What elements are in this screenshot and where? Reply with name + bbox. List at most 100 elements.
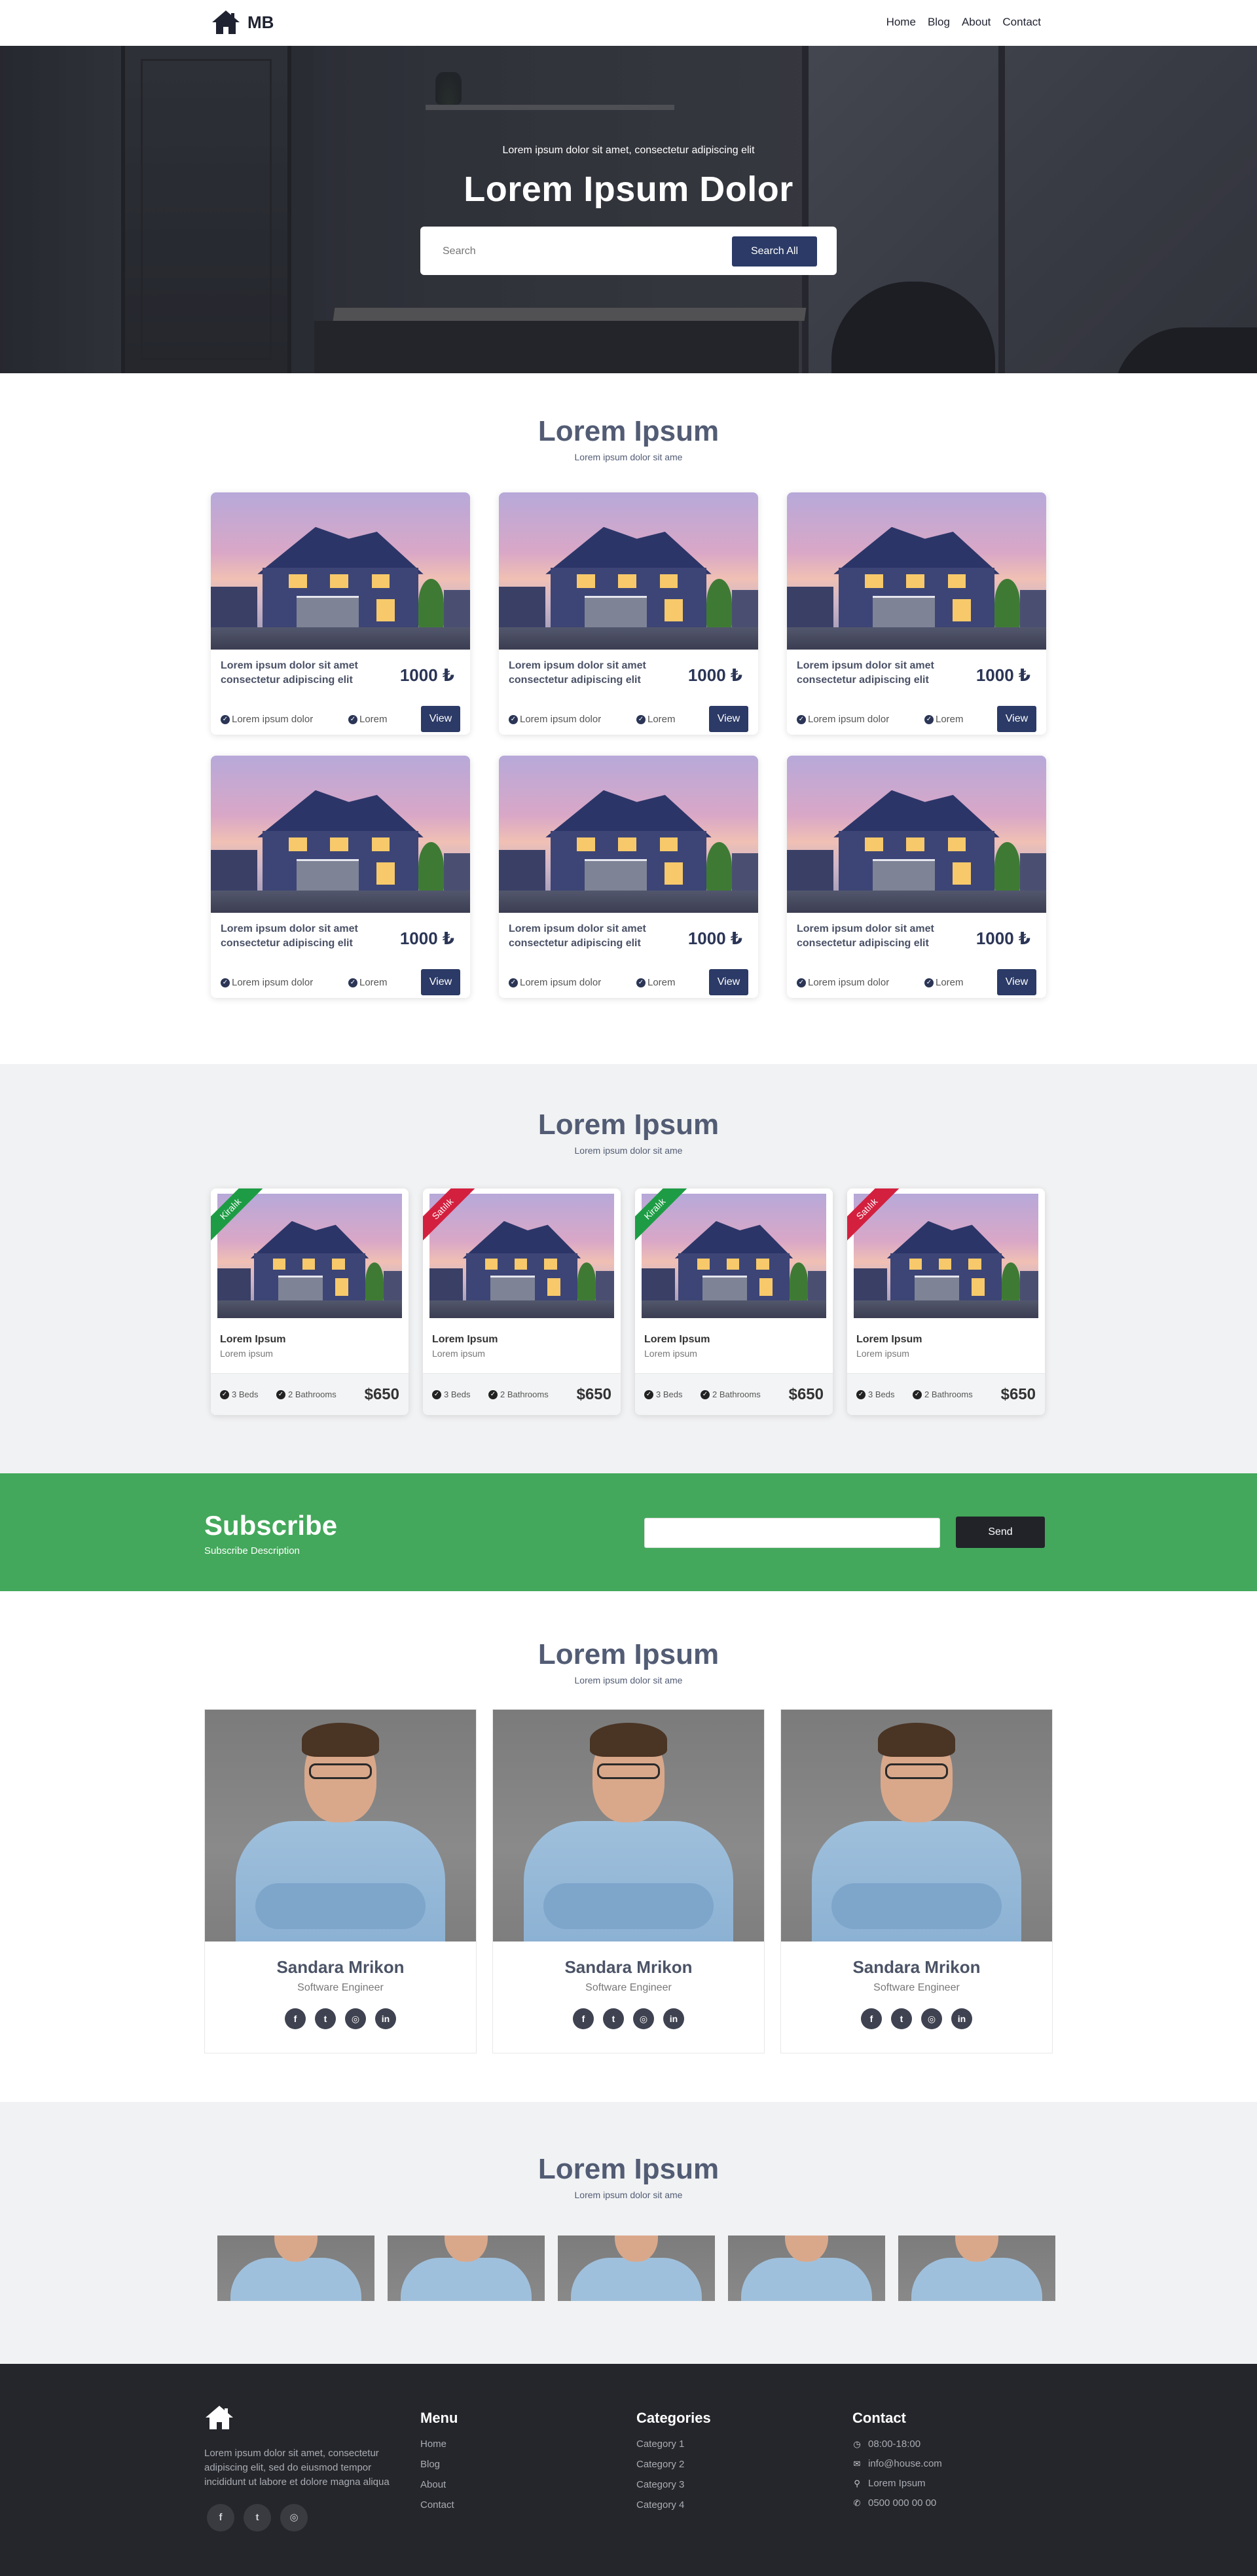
twitter-icon[interactable]: t bbox=[244, 2504, 271, 2531]
team-member-photo bbox=[781, 1710, 1052, 1941]
featured-listing-card[interactable]: Satılık Lorem Ipsum Lorem ipsum ✓ 3 Beds ✓ 2 B… bbox=[847, 1188, 1045, 1415]
beds-info: ✓ 3 Beds bbox=[220, 1389, 258, 1399]
status-ribbon: Kiralık bbox=[635, 1188, 687, 1241]
team-member-card: Sandara Mrikon Software Engineer f t ◎ in bbox=[780, 1709, 1053, 2053]
instagram-icon[interactable]: ◎ bbox=[345, 2008, 366, 2029]
listing-details-bar: ✓ 3 Beds ✓ 2 Bathrooms $650 bbox=[211, 1373, 409, 1415]
footer-categories-title: Categories bbox=[636, 2410, 711, 2426]
listing-details-bar: ✓ 3 Beds ✓ 2 Bathrooms $650 bbox=[423, 1373, 621, 1415]
gallery-thumbnail[interactable] bbox=[217, 2236, 374, 2301]
facebook-icon[interactable]: f bbox=[573, 2008, 594, 2029]
twitter-icon[interactable]: t bbox=[891, 2008, 912, 2029]
listing-image bbox=[499, 492, 758, 650]
nav-about-link[interactable]: About bbox=[962, 16, 991, 29]
listing-card[interactable]: Lorem ipsum dolor sit amet consectetur a… bbox=[211, 756, 470, 998]
footer-contact-email[interactable]: ✉ info@house.com bbox=[852, 2458, 942, 2469]
featured-listing-card[interactable]: Kiralık Lorem Ipsum Lorem ipsum ✓ 3 Beds ✓ 2 B… bbox=[635, 1188, 833, 1415]
twitter-icon[interactable]: t bbox=[603, 2008, 624, 2029]
listing-card[interactable]: Lorem ipsum dolor sit amet consectetur a… bbox=[499, 756, 758, 998]
facebook-icon[interactable]: f bbox=[861, 2008, 882, 2029]
listing-card[interactable]: Lorem ipsum dolor sit amet consectetur a… bbox=[787, 756, 1046, 998]
listing-feature: ✓ Lorem bbox=[924, 714, 964, 725]
section-title: Lorem Ipsum bbox=[537, 1109, 720, 1141]
team-member-social-links: f t ◎ in bbox=[205, 2008, 476, 2029]
listing-feature: ✓ Lorem ipsum dolor bbox=[509, 977, 601, 988]
listing-price: $650 bbox=[576, 1386, 611, 1403]
listing-feature: ✓ Lorem bbox=[636, 714, 676, 725]
footer-link-blog[interactable]: Blog bbox=[420, 2459, 458, 2470]
brand-logo[interactable]: MB bbox=[211, 9, 274, 35]
footer-link-home[interactable]: Home bbox=[420, 2438, 458, 2450]
team-member-card: Sandara Mrikon Software Engineer f t ◎ in bbox=[204, 1709, 477, 2053]
instagram-icon[interactable]: ◎ bbox=[921, 2008, 942, 2029]
view-button[interactable]: View bbox=[709, 969, 748, 995]
footer-link-category-1[interactable]: Category 1 bbox=[636, 2438, 711, 2450]
footer-contact-hours: ◷ 08:00-18:00 bbox=[853, 2438, 921, 2450]
section-subtitle: Lorem ipsum dolor sit ame bbox=[574, 452, 683, 462]
home-icon[interactable] bbox=[204, 2404, 234, 2431]
footer-link-category-2[interactable]: Category 2 bbox=[636, 2459, 711, 2470]
view-button[interactable]: View bbox=[421, 969, 460, 995]
team-member-social-links: f t ◎ in bbox=[493, 2008, 764, 2029]
view-button[interactable]: View bbox=[997, 969, 1036, 995]
nav-contact-link[interactable]: Contact bbox=[1002, 16, 1041, 29]
twitter-icon[interactable]: t bbox=[315, 2008, 336, 2029]
subscribe-title: Subscribe bbox=[204, 1510, 338, 1541]
instagram-icon[interactable]: ◎ bbox=[633, 2008, 654, 2029]
listings-section: Lorem Ipsum Lorem ipsum dolor sit ame Lo… bbox=[0, 373, 1257, 1064]
team-member-photo bbox=[493, 1710, 764, 1941]
footer-categories-column: Categories Category 1 Category 2 Categor… bbox=[636, 2410, 711, 2520]
section-subtitle: Lorem ipsum dolor sit ame bbox=[574, 1145, 683, 1156]
nav-home-link[interactable]: Home bbox=[886, 16, 916, 29]
check-circle-icon: ✓ bbox=[348, 978, 357, 987]
listing-subtitle: Lorem ipsum bbox=[856, 1348, 909, 1359]
bathrooms-info: ✓ 2 Bathrooms bbox=[276, 1389, 337, 1399]
listing-feature: ✓ Lorem ipsum dolor bbox=[797, 714, 889, 725]
listing-card[interactable]: Lorem ipsum dolor sit amet consectetur a… bbox=[787, 492, 1046, 735]
check-circle-icon: ✓ bbox=[636, 714, 646, 724]
footer-link-category-4[interactable]: Category 4 bbox=[636, 2499, 711, 2511]
nav-blog-link[interactable]: Blog bbox=[928, 16, 950, 29]
subscribe-send-button[interactable]: Send bbox=[956, 1517, 1045, 1548]
gallery-thumbnail[interactable] bbox=[558, 2236, 715, 2301]
listing-card[interactable]: Lorem ipsum dolor sit amet consectetur a… bbox=[211, 492, 470, 735]
listing-title: Lorem ipsum dolor sit amet consectetur a… bbox=[797, 923, 934, 949]
check-circle-icon: ✓ bbox=[797, 978, 806, 987]
footer-link-contact[interactable]: Contact bbox=[420, 2499, 458, 2511]
listing-card[interactable]: Lorem ipsum dolor sit amet consectetur a… bbox=[499, 492, 758, 735]
subscribe-email-input[interactable] bbox=[644, 1518, 940, 1548]
featured-listing-card[interactable]: Satılık Lorem Ipsum Lorem ipsum ✓ 3 Beds ✓ 2 B… bbox=[423, 1188, 621, 1415]
hero-section: Lorem ipsum dolor sit amet, consectetur … bbox=[0, 46, 1257, 373]
gallery-thumbnail[interactable] bbox=[898, 2236, 1055, 2301]
search-all-button[interactable]: Search All bbox=[732, 236, 817, 267]
view-button[interactable]: View bbox=[421, 706, 460, 732]
view-button[interactable]: View bbox=[997, 706, 1036, 732]
check-circle-icon: ✓ bbox=[509, 714, 518, 724]
view-button[interactable]: View bbox=[709, 706, 748, 732]
listing-feature: ✓ Lorem bbox=[348, 714, 388, 725]
footer-link-about[interactable]: About bbox=[420, 2479, 458, 2490]
linkedin-icon[interactable]: in bbox=[951, 2008, 972, 2029]
brand-name: MB bbox=[247, 12, 274, 32]
footer-contact-phone[interactable]: ✆ 0500 000 00 00 bbox=[852, 2497, 942, 2509]
gallery-thumbnail[interactable] bbox=[728, 2236, 885, 2301]
check-circle-icon: ✓ bbox=[348, 714, 357, 724]
search-input[interactable] bbox=[443, 241, 704, 262]
listing-feature: ✓ Lorem bbox=[636, 977, 676, 988]
listing-price: $650 bbox=[364, 1386, 399, 1403]
footer-about-text: Lorem ipsum dolor sit amet, consectetur … bbox=[204, 2448, 390, 2488]
instagram-icon[interactable]: ◎ bbox=[280, 2504, 308, 2531]
gallery-thumbnail[interactable] bbox=[388, 2236, 545, 2301]
listing-image bbox=[787, 492, 1046, 650]
listing-price: 1000 ₺ bbox=[399, 929, 454, 948]
team-member-card: Sandara Mrikon Software Engineer f t ◎ in bbox=[492, 1709, 765, 2053]
team-member-photo bbox=[205, 1710, 476, 1941]
check-circle-icon: ✓ bbox=[913, 1389, 922, 1399]
linkedin-icon[interactable]: in bbox=[375, 2008, 396, 2029]
section-subtitle: Lorem ipsum dolor sit ame bbox=[574, 1675, 683, 1685]
facebook-icon[interactable]: f bbox=[285, 2008, 306, 2029]
featured-listing-card[interactable]: Kiralık Lorem Ipsum Lorem ipsum ✓ 3 Beds ✓ 2 B… bbox=[211, 1188, 409, 1415]
linkedin-icon[interactable]: in bbox=[663, 2008, 684, 2029]
footer-link-category-3[interactable]: Category 3 bbox=[636, 2479, 711, 2490]
facebook-icon[interactable]: f bbox=[207, 2504, 234, 2531]
